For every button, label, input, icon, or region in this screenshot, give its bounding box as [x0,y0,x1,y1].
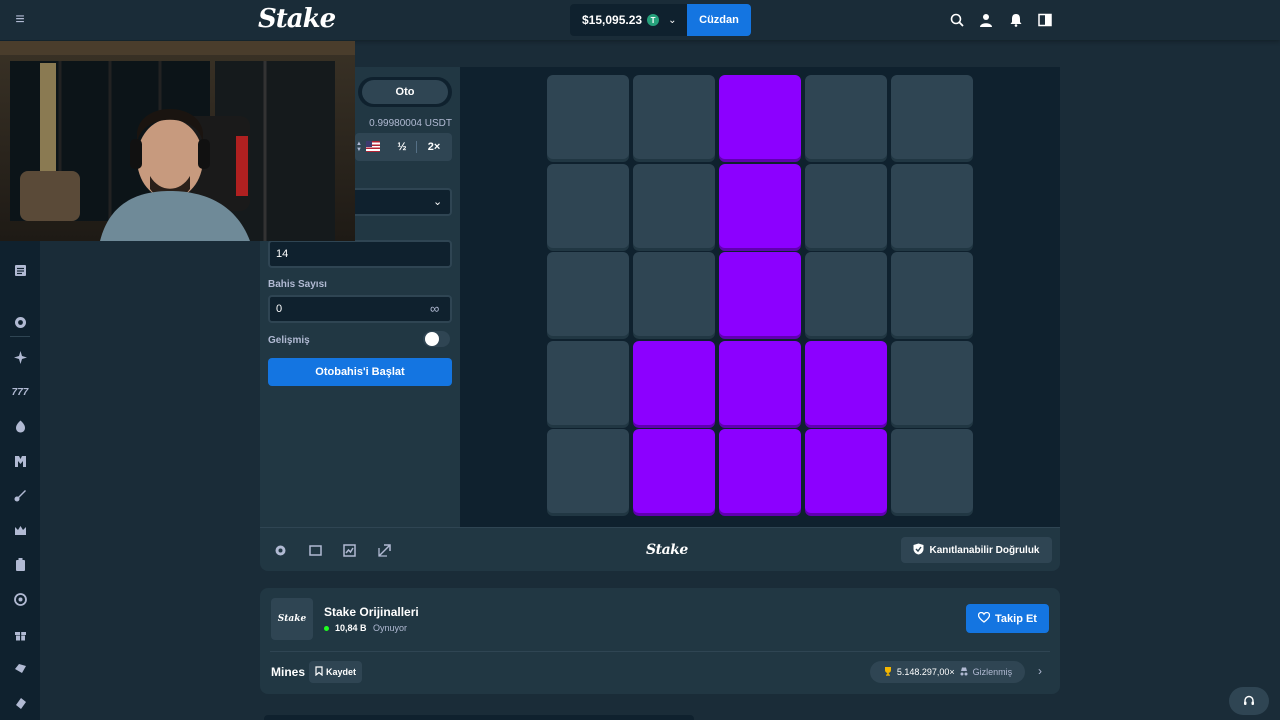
provably-fair-label: Kanıtlanabilir Doğruluk [929,544,1040,556]
hidden-tile[interactable] [547,429,629,513]
game-shows-icon[interactable] [12,453,28,469]
slots-icon[interactable]: 777 [12,384,29,400]
hidden-tile[interactable] [805,164,887,248]
follow-label: Takip Et [995,612,1037,625]
live-support-button[interactable] [1229,687,1269,715]
menu-icon[interactable]: ≡ [10,12,30,28]
double-bet-button[interactable]: 2× [420,134,448,160]
hidden-tile[interactable] [891,341,973,425]
casino-chips-icon[interactable] [12,314,28,330]
chevron-right-icon[interactable]: › [1038,664,1042,678]
revealed-gem-tile[interactable] [633,341,715,425]
notification-bell-icon[interactable] [1008,12,1024,28]
hidden-tile[interactable] [891,429,973,513]
stake-logo[interactable]: Stake [258,4,336,34]
online-status-dot [324,626,329,631]
max-win-badge[interactable]: 5.148.297,00× Gizlenmiş [870,661,1025,683]
balance-selector[interactable]: $15,095.23 T ⌄ [570,4,688,36]
amount-stepper-icon[interactable]: ▲ ▼ [356,141,364,153]
max-win-value: 5.148.297,00× [896,667,955,677]
popout-icon[interactable] [377,543,391,557]
bookmark-icon [315,666,323,678]
revealed-gem-tile[interactable] [719,341,801,425]
crown-icon[interactable] [12,522,28,538]
revealed-gem-tile[interactable] [719,75,801,159]
trophy-icon [883,666,893,678]
save-label: Kaydet [325,667,356,677]
multiplier-divider [416,141,417,153]
search-icon[interactable] [949,12,965,28]
sidebar-divider [10,336,30,337]
hidden-tile[interactable] [547,252,629,336]
theatre-mode-icon[interactable] [308,543,322,557]
hidden-tile[interactable] [547,75,629,159]
live-casino-icon[interactable] [12,418,28,434]
sponsorships-icon[interactable] [12,591,28,607]
hidden-tile[interactable] [891,252,973,336]
chevron-down-icon: ⌄ [433,196,443,208]
toggle-knob [425,332,439,346]
footer-stake-logo: Stake [646,542,688,558]
sidebar-toggle-icon[interactable] [1037,12,1053,28]
provider-thumbnail[interactable]: Stake [271,598,313,640]
user-icon[interactable] [978,12,994,28]
revealed-gem-tile[interactable] [719,429,801,513]
infinity-icon[interactable]: ∞ [430,301,439,316]
hidden-tile[interactable] [805,75,887,159]
revealed-gem-tile[interactable] [633,429,715,513]
chevron-down-icon: ⌄ [668,14,677,26]
incognito-icon [959,667,969,678]
gift-icon[interactable] [12,626,28,642]
hidden-tile[interactable] [547,164,629,248]
bet-count-input[interactable]: 0 [268,295,452,323]
players-label: Oynuyor [373,623,408,633]
settings-icon[interactable] [273,543,287,557]
responsible-gambling-icon[interactable] [12,660,28,676]
hidden-tile[interactable] [633,252,715,336]
start-autobet-button[interactable]: Otobahis'i Başlat [268,358,452,386]
exclusives-icon[interactable] [12,487,28,503]
shield-check-icon [913,543,924,558]
blog-icon[interactable] [12,262,28,278]
new-releases-icon[interactable] [12,349,28,365]
wallet-button[interactable]: Cüzdan [687,4,751,36]
heart-icon [977,611,991,626]
live-stats-icon[interactable] [342,543,356,557]
game-name: Mines [271,665,306,679]
revealed-gem-tile[interactable] [805,429,887,513]
hidden-tile[interactable] [633,164,715,248]
players-count: 10,84 B [335,623,367,633]
provider-name[interactable]: Stake Orijinalleri [324,605,419,619]
us-flag-icon [366,141,380,152]
follow-button[interactable]: Takip Et [966,604,1049,633]
provably-fair-button[interactable]: Kanıtlanabilir Doğruluk [901,537,1052,563]
next-section-edge [264,715,694,720]
table-games-icon[interactable] [12,556,28,572]
hidden-tile[interactable] [547,341,629,425]
hidden-user-label: Gizlenmiş [972,667,1013,677]
card-divider [270,651,1050,652]
hidden-tile[interactable] [633,75,715,159]
hidden-tile[interactable] [805,252,887,336]
balance-amount: $15,095.23 [582,13,643,27]
bet-count-label: Bahis Sayısı [268,279,327,290]
half-bet-button[interactable]: ½ [388,134,416,160]
tab-auto[interactable]: Oto [362,80,448,104]
revealed-gem-tile[interactable] [805,341,887,425]
usdt-icon: T [647,14,660,26]
advanced-label: Gelişmiş [268,335,310,346]
top-bar: ≡ Stake $15,095.23 T ⌄ Cüzdan [0,0,1280,40]
revealed-gem-tile[interactable] [719,252,801,336]
webcam-overlay [0,41,355,241]
revealed-gem-tile[interactable] [719,164,801,248]
gems-field[interactable]: 14 [268,240,452,268]
hidden-tile[interactable] [891,75,973,159]
live-support-icon[interactable] [12,695,28,711]
hidden-tile[interactable] [891,164,973,248]
save-button[interactable]: Kaydet [309,661,362,683]
